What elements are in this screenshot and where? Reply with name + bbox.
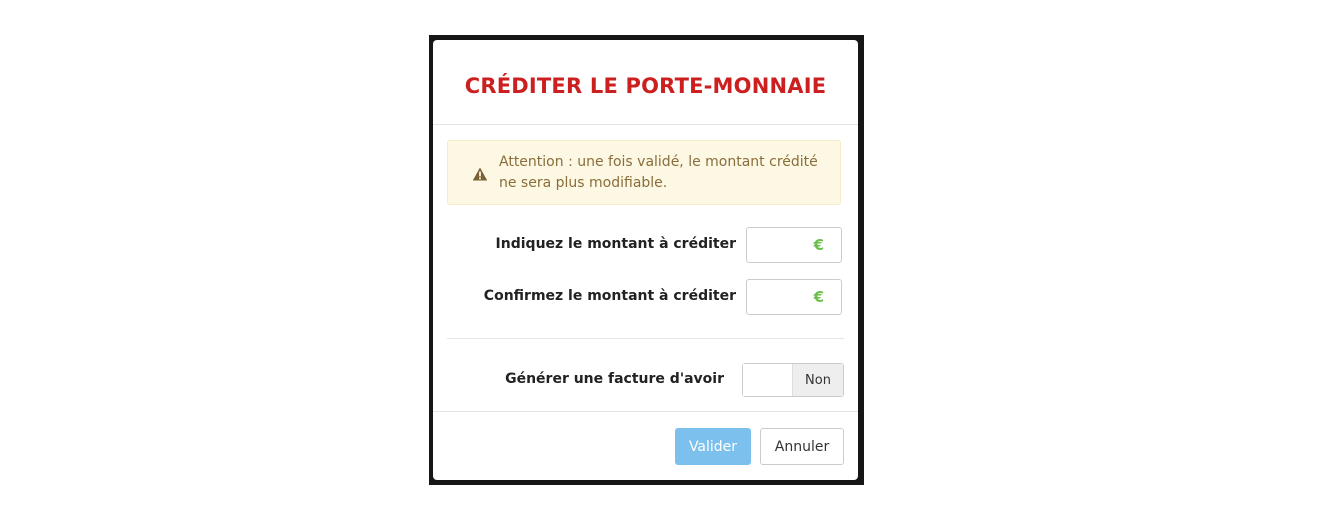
validate-button[interactable]: Valider: [675, 428, 751, 465]
toggle-state-label: Non: [792, 364, 843, 396]
warning-alert-text: Attention : une fois validé, le montant …: [499, 154, 818, 191]
warning-alert: Attention : une fois validé, le montant …: [447, 140, 841, 205]
confirm-amount-label: Confirmez le montant à créditer: [483, 288, 736, 304]
modal-title: CRÉDITER LE PORTE-MONNAIE: [464, 73, 827, 98]
credit-note-toggle[interactable]: Non: [742, 363, 844, 397]
modal-header: CRÉDITER LE PORTE-MONNAIE: [433, 40, 858, 125]
credit-note-label: Générer une facture d'avoir: [505, 371, 724, 387]
modal-footer: Valider Annuler: [433, 411, 858, 480]
cancel-button[interactable]: Annuler: [760, 428, 844, 465]
euro-icon: €: [813, 288, 824, 306]
credit-note-row: Générer une facture d'avoir Non: [433, 363, 858, 401]
credit-wallet-modal: CRÉDITER LE PORTE-MONNAIE Attention : un…: [433, 40, 858, 480]
confirm-amount-field[interactable]: €: [746, 279, 842, 315]
confirm-amount-input[interactable]: [747, 280, 807, 314]
toggle-handle[interactable]: [743, 364, 793, 396]
amount-field[interactable]: €: [746, 227, 842, 263]
amount-row: Indiquez le montant à créditer €: [433, 227, 858, 265]
warning-icon: [472, 167, 488, 181]
euro-icon: €: [813, 236, 824, 254]
amount-input[interactable]: [747, 228, 807, 262]
amount-label: Indiquez le montant à créditer: [495, 236, 736, 252]
confirm-amount-row: Confirmez le montant à créditer €: [433, 279, 858, 317]
form-divider: [447, 338, 844, 339]
